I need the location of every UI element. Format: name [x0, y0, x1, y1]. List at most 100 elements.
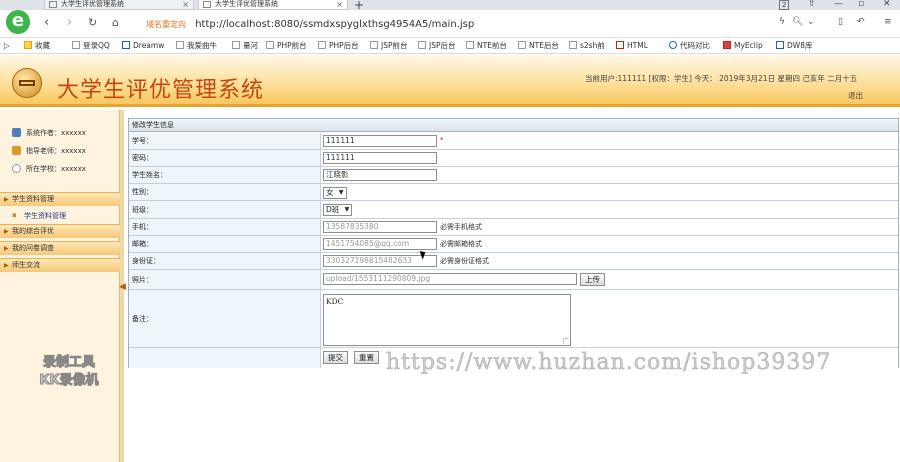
password-input[interactable]: 111111 [323, 152, 437, 164]
bookmark-item[interactable]: DW8库 [776, 38, 812, 53]
lightning-icon[interactable]: ϟ [779, 17, 785, 27]
home-icon[interactable]: ⌂ [112, 16, 119, 29]
bookmark-item[interactable]: 量河 [232, 38, 258, 53]
menu-survey[interactable]: ▶ 我的问卷调查 [0, 241, 120, 255]
refresh-icon[interactable]: ↻ [88, 16, 97, 29]
bookmark-item[interactable]: 代码对比 [669, 38, 710, 53]
bookmark-item[interactable]: PHP后台 [318, 38, 359, 53]
collapse-sidebar-icon[interactable]: ◀ [119, 282, 126, 292]
panel-title: 修改学生信息 [129, 119, 898, 132]
page-icon [49, 1, 57, 8]
maximize-icon[interactable]: ▫ [858, 0, 864, 9]
bookmark-icon [232, 41, 240, 49]
bookmark-item[interactable]: JSP前台 [370, 38, 408, 53]
bookmark-icon [669, 41, 677, 49]
search-engine-icon[interactable]: 🔍︎ [792, 17, 803, 27]
school-info: 所在学校：xxxxxx [12, 164, 86, 174]
bookmark-item[interactable]: Dreamw [122, 38, 164, 53]
bookmark-item[interactable]: NTE后台 [518, 38, 559, 53]
bookmark-icon [616, 41, 624, 49]
bookmark-icon [318, 41, 326, 49]
url-text[interactable]: http://localhost:8080/ssmdxspyglxthsg495… [195, 19, 474, 30]
sidebar-toggle-icon[interactable]: ▷ [4, 38, 10, 53]
edit-student-form: 修改学生信息 学号： 111111 * 密码： 111111 学生姓名： 江晓影… [128, 118, 899, 368]
bookmark-icon [370, 41, 378, 49]
bookmark-icon [723, 41, 731, 49]
expand-arrow-icon: ▶ [4, 196, 9, 203]
app-logo-icon [12, 68, 42, 98]
app-title: 大学生评优管理系统 [57, 78, 265, 103]
bookmark-item[interactable]: NTE前台 [466, 38, 507, 53]
row-gender: 性别： 女 ▼ [129, 184, 898, 201]
menu-communication[interactable]: ▶ 师生交流 [0, 258, 120, 272]
resize-handle-icon[interactable] [563, 338, 569, 344]
email-input[interactable]: 1451754085@qq.com [323, 238, 437, 250]
row-name: 学生姓名： 江晓影 [129, 167, 898, 184]
close-window-icon[interactable]: ✕ [883, 0, 891, 9]
bookmark-icon [518, 41, 526, 49]
browser-logo-icon[interactable]: e [6, 10, 30, 34]
bookmark-icon [176, 41, 184, 49]
close-tab-icon[interactable]: × [182, 0, 189, 9]
bookmark-icon [418, 41, 426, 49]
student-id-input[interactable]: 111111 [323, 135, 437, 147]
dropdown-icon[interactable]: ⌄ [807, 17, 815, 27]
forward-icon[interactable]: › [67, 15, 72, 30]
undo-icon[interactable]: ↶ [857, 17, 865, 27]
user-info: 当前用户:111111 [权限：学生] 今天： 2019年3月21日 星期四 己… [585, 74, 858, 83]
expand-arrow-icon: ▶ [4, 245, 9, 252]
expand-arrow-icon: ▶ [4, 228, 9, 235]
tab-counter[interactable]: 2 [779, 0, 790, 10]
bookmark-item[interactable]: HTML [616, 38, 648, 53]
star-icon [24, 41, 32, 49]
label-gender: 性别： [129, 184, 321, 200]
submit-button[interactable]: 提交 [323, 351, 348, 364]
photo-path-input[interactable]: upload/1553111290809.jpg [323, 273, 577, 285]
upload-button[interactable]: 上传 [580, 273, 605, 286]
bookmark-item[interactable]: JSP后台 [418, 38, 456, 53]
dropdown-arrow-icon: ▼ [338, 189, 344, 196]
bookmark-item[interactable]: PHP前台 [266, 38, 307, 53]
teacher-info: 指导老师：xxxxxx [12, 146, 86, 156]
author-info: 系统作者：xxxxxx [12, 128, 86, 138]
school-icon [12, 164, 21, 173]
remark-textarea[interactable]: KDC [323, 294, 571, 346]
idcard-hint: 必需身份证格式 [440, 257, 489, 265]
reader-icon[interactable]: ▯ [838, 17, 843, 27]
gender-select[interactable]: 女 ▼ [323, 187, 347, 199]
minimize-icon[interactable]: — [834, 0, 843, 9]
bookmark-icon [776, 41, 784, 49]
address-prefix: 域名重定向 [146, 20, 186, 29]
close-tab-icon[interactable]: × [336, 0, 343, 9]
logout-link[interactable]: 退出 [848, 90, 863, 101]
menu-student-info[interactable]: ▶ 学生资料管理 [0, 192, 120, 206]
bookmark-item[interactable]: MyEclip [723, 38, 763, 53]
bullet-icon: ▪ [12, 211, 17, 219]
bookmark-icon [72, 41, 80, 49]
browser-tab-active[interactable]: 大学生评优管理系统 × [198, 0, 348, 10]
bookmark-item[interactable]: 登录QQ [72, 38, 110, 53]
phone-input[interactable]: 13587835380 [323, 221, 437, 233]
row-class: 班级： D班 ▼ [129, 201, 898, 219]
label-phone: 手机： [129, 219, 321, 235]
menu-evaluation[interactable]: ▶ 我的综合评优 [0, 224, 120, 238]
bookmark-item[interactable]: 我爱曲牛 [176, 38, 217, 53]
row-email: 邮箱： 1451754085@qq.com 必需邮箱格式 [129, 236, 898, 253]
name-input[interactable]: 江晓影 [323, 169, 437, 181]
address-bar[interactable]: 域名重定向 http://localhost:8080/ssmdxspyglxt… [146, 17, 766, 33]
reset-button[interactable]: 重置 [354, 351, 379, 364]
skin-icon[interactable]: ⇧ [808, 0, 816, 9]
submenu-student-info[interactable]: ▪ 学生资料管理 [12, 211, 66, 221]
label-email: 邮箱： [129, 236, 321, 252]
class-select[interactable]: D班 ▼ [323, 204, 353, 216]
menu-icon[interactable]: ≡ [884, 17, 892, 27]
browser-tab[interactable]: 大学生评优管理系统 × [44, 0, 194, 10]
label-student-id: 学号： [129, 133, 321, 149]
browser-tab-bar: 大学生评优管理系统 × 大学生评优管理系统 × + 2 ⇧ — ▫ ✕ [0, 0, 900, 12]
idcard-input[interactable]: 330327198615482633 [323, 255, 437, 267]
bookmark-item[interactable]: 收藏 [24, 38, 50, 53]
back-icon[interactable]: ‹ [44, 15, 49, 30]
row-remark: 备注： KDC [129, 290, 898, 348]
row-idcard: 身份证： 330327198615482633 必需身份证格式 [129, 253, 898, 270]
bookmark-item[interactable]: s2sh前 [569, 38, 605, 53]
